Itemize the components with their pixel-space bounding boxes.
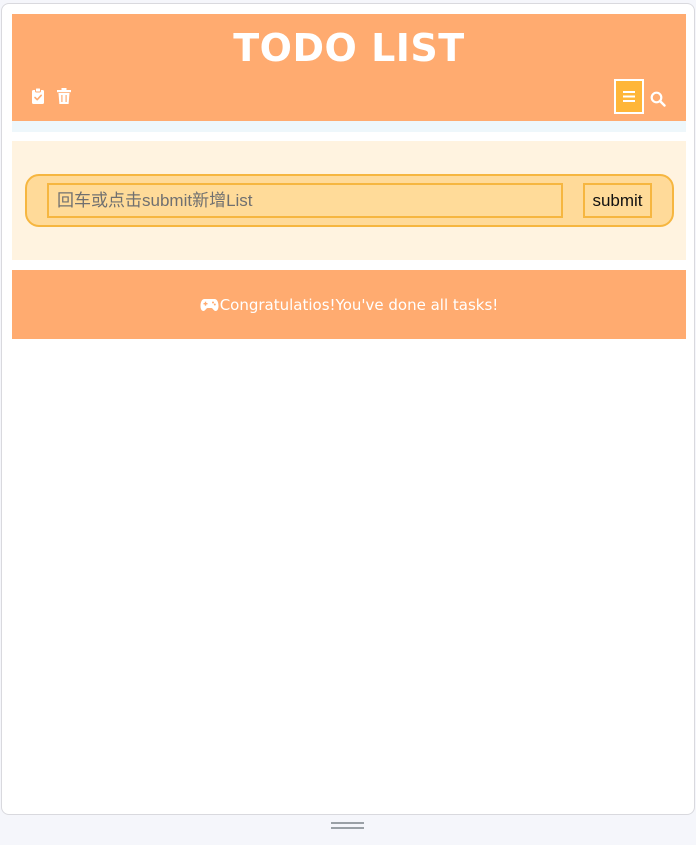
menu-icon xyxy=(623,91,635,102)
app-window: TODO LIST 回车或点击submit新增List submit Congr… xyxy=(1,3,695,815)
submit-button[interactable]: submit xyxy=(583,183,652,218)
input-panel: submit xyxy=(12,141,686,260)
page-title: TODO LIST xyxy=(233,26,465,70)
header-divider xyxy=(12,121,686,132)
input-form: submit xyxy=(25,174,674,227)
trash-icon[interactable] xyxy=(57,88,71,104)
header: TODO LIST xyxy=(12,14,686,121)
resize-handle-icon[interactable] xyxy=(331,822,364,830)
status-banner: Congratulatios!You've done all tasks! xyxy=(12,270,686,339)
gamepad-icon xyxy=(200,298,219,311)
status-message: Congratulatios!You've done all tasks! xyxy=(219,295,499,314)
new-task-input[interactable] xyxy=(47,183,563,218)
search-icon[interactable] xyxy=(650,91,666,107)
menu-button[interactable] xyxy=(614,79,644,114)
clipboard-check-icon[interactable] xyxy=(32,88,44,104)
